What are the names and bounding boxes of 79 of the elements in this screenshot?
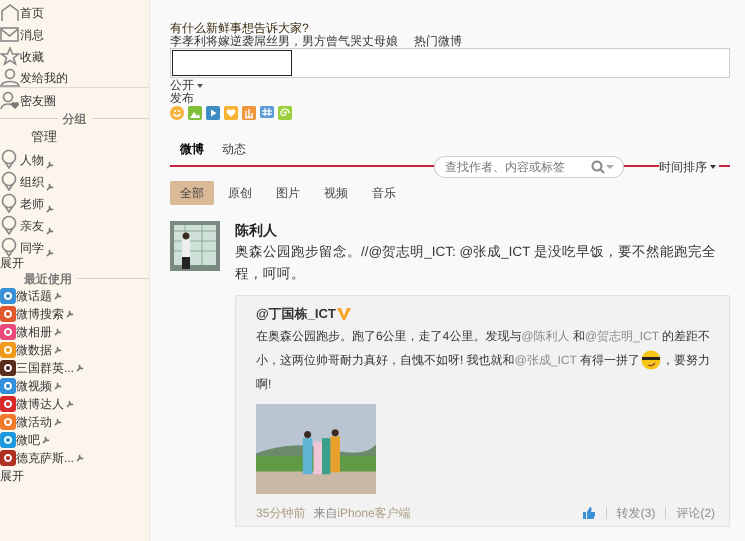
wrench-icon bbox=[46, 161, 54, 169]
wrench-icon bbox=[66, 310, 74, 318]
wrench-icon bbox=[46, 205, 54, 213]
search-icon bbox=[591, 160, 605, 174]
sidebar-item[interactable]: 微视频 bbox=[16, 377, 52, 395]
sidebar-item[interactable]: 微博搜索 bbox=[16, 305, 64, 323]
emoticon-icon[interactable] bbox=[170, 106, 184, 120]
sidebar-item[interactable]: 微博达人 bbox=[16, 395, 64, 413]
sidebar-item[interactable]: 发给我的 bbox=[20, 69, 68, 87]
author-name[interactable]: @丁国栋_ICT bbox=[256, 304, 336, 324]
author-name[interactable]: 陈利人 bbox=[235, 221, 277, 239]
wrench-icon bbox=[46, 249, 54, 257]
sidebar-item[interactable]: 微活动 bbox=[16, 413, 52, 431]
sidebar-item[interactable]: 微吧 bbox=[16, 431, 40, 449]
sidebar-item[interactable]: 微数据 bbox=[16, 341, 52, 359]
post-input[interactable] bbox=[170, 48, 730, 78]
hot-weibo-link[interactable]: 热门微博 bbox=[414, 34, 462, 48]
wrench-icon bbox=[54, 292, 62, 300]
star-icon bbox=[0, 47, 20, 66]
filter-tab[interactable]: 图片 bbox=[266, 181, 310, 205]
image-icon[interactable] bbox=[188, 106, 202, 120]
person-heart-icon bbox=[0, 91, 20, 110]
home-icon bbox=[0, 3, 20, 22]
filter-tab[interactable]: 全部 bbox=[170, 181, 214, 205]
section-heading: 最近使用 bbox=[23, 270, 73, 288]
sort-dropdown[interactable]: 时间排序 bbox=[659, 158, 719, 176]
filter-tab[interactable]: 音乐 bbox=[362, 181, 406, 205]
sidebar-item[interactable]: 组织 bbox=[20, 173, 44, 191]
wrench-icon bbox=[54, 418, 62, 426]
sidebar-item[interactable]: 密友圈 bbox=[20, 92, 56, 110]
wrench-icon bbox=[54, 382, 62, 390]
person-icon bbox=[0, 68, 20, 87]
section-heading: 分组 bbox=[61, 110, 88, 128]
wrench-icon bbox=[42, 436, 50, 444]
thumbs-up-icon[interactable] bbox=[582, 506, 596, 520]
sidebar-item[interactable]: 微话题 bbox=[16, 287, 52, 305]
sidebar-item[interactable]: 老师 bbox=[20, 195, 44, 213]
repost-text: 在奥森公园跑步。跑了6公里，走了4公里。发现与@陈利人 和@贺志明_ICT 的差距不小，这两位帅哥耐力真好，自愧不如呀! 我也就和@张成_ICT 有得一拼了 ，要努力啊! bbox=[256, 328, 712, 392]
wrench-icon bbox=[46, 227, 54, 235]
wrench-icon bbox=[76, 454, 84, 462]
feed-tab[interactable]: 微博 bbox=[170, 140, 204, 164]
sidebar-item[interactable]: 亲友 bbox=[20, 217, 44, 235]
sidebar-item[interactable]: 德克萨斯... bbox=[16, 449, 74, 467]
feed-tab[interactable]: 动态 bbox=[212, 140, 246, 164]
sidebar-item[interactable]: 人物 bbox=[20, 151, 44, 169]
wrench-icon bbox=[66, 400, 74, 408]
timestamp: 35分钟前 bbox=[256, 504, 306, 522]
search-field[interactable]: 查找作者、内容或标签 bbox=[434, 156, 624, 178]
video-icon[interactable] bbox=[206, 106, 220, 120]
hashtag-icon[interactable] bbox=[260, 106, 274, 120]
submit-link[interactable]: 发布 bbox=[170, 92, 194, 105]
wrench-icon bbox=[46, 183, 54, 191]
sidebar-item[interactable]: 微相册 bbox=[16, 323, 52, 341]
expand-link[interactable]: 展开 bbox=[0, 257, 24, 270]
sidebar-item[interactable]: 首页 bbox=[20, 4, 44, 22]
filter-tab[interactable]: 视频 bbox=[314, 181, 358, 205]
hot-topic-link[interactable]: 李孝利将嫁逆袭屌丝男，男方曾气哭丈母娘 bbox=[170, 34, 398, 48]
caret-icon bbox=[605, 163, 615, 171]
expand-link[interactable]: 展开 bbox=[0, 467, 24, 485]
visibility-dropdown[interactable]: 公开 bbox=[170, 79, 194, 92]
swirl-icon[interactable] bbox=[278, 106, 292, 120]
sidebar-item[interactable]: 同学 bbox=[20, 239, 44, 257]
sidebar-item[interactable]: 三国群英... bbox=[16, 359, 74, 377]
sidebar-item[interactable]: 收藏 bbox=[20, 48, 44, 66]
source-text: 来自 iPhone客户端 bbox=[313, 504, 411, 522]
sidebar-item[interactable]: 消息 bbox=[20, 26, 44, 44]
wrench-icon bbox=[54, 328, 62, 336]
prompt-text: 有什么新鲜事想告诉大家? bbox=[170, 22, 309, 34]
filter-tab[interactable]: 原创 bbox=[218, 181, 262, 205]
post-text: 奥森公园跑步留念。//@贺志明_ICT: @张成_ICT 是没吃早饭，要不然能跑完全程，呵呵。 bbox=[235, 243, 717, 283]
wrench-icon bbox=[54, 346, 62, 354]
caret-icon bbox=[194, 82, 206, 90]
sunglasses-emoji-icon bbox=[640, 350, 662, 370]
heart-icon[interactable] bbox=[224, 106, 238, 120]
caret-icon bbox=[707, 163, 719, 171]
manage-link[interactable]: 管理 bbox=[31, 129, 57, 144]
wrench-icon bbox=[76, 364, 84, 372]
mail-icon bbox=[0, 25, 20, 44]
chart-icon[interactable] bbox=[242, 106, 256, 120]
